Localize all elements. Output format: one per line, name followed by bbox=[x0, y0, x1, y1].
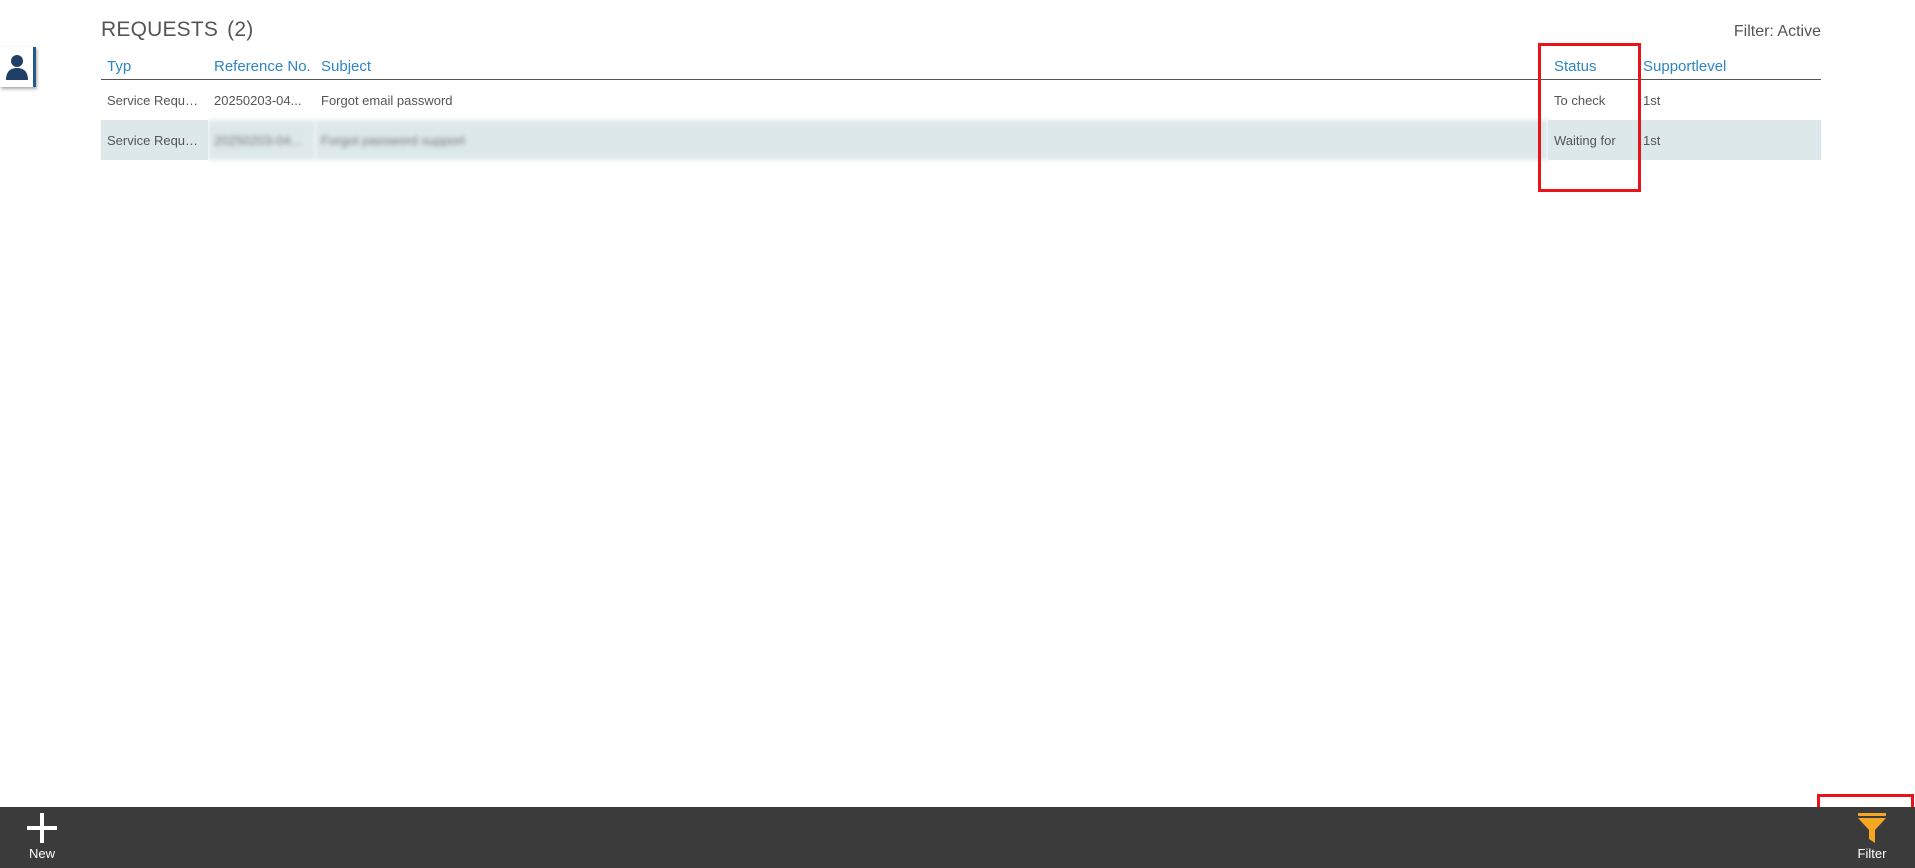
cell-subject: Forgot password support bbox=[315, 120, 1548, 160]
cell-supportlevel: 1st bbox=[1637, 120, 1821, 160]
cell-typ: Service Reque... bbox=[101, 120, 208, 160]
filter-button[interactable]: Filter bbox=[1850, 807, 1894, 868]
plus-icon bbox=[27, 813, 57, 843]
table-row[interactable]: Service Reque... 20250203-04... Forgot e… bbox=[101, 80, 1821, 120]
new-button[interactable]: New bbox=[20, 807, 64, 868]
cell-reference: 20250203-04... bbox=[214, 92, 302, 108]
table-row[interactable]: Service Reque... 20250203-04... Forgot p… bbox=[101, 120, 1821, 160]
table-header-row: Typ Reference No. Subject Status Support… bbox=[101, 54, 1821, 80]
cell-subject: Forgot email password bbox=[321, 92, 453, 108]
cell-status: Waiting for bbox=[1548, 120, 1637, 160]
page-header: REQUESTS (2) Filter: Active bbox=[101, 18, 1821, 48]
new-button-label: New bbox=[28, 846, 55, 861]
page-title: REQUESTS (2) bbox=[101, 18, 253, 42]
column-header-status[interactable]: Status bbox=[1548, 54, 1637, 80]
filter-status: Filter: Active bbox=[1733, 23, 1821, 40]
requests-panel: REQUESTS (2) Filter: Active Typ Reference… bbox=[101, 18, 1821, 160]
cell-supportlevel: 1st bbox=[1643, 92, 1661, 108]
cell-status: To check bbox=[1554, 92, 1606, 108]
column-header-typ[interactable]: Typ bbox=[101, 54, 208, 80]
cell-typ: Service Reque... bbox=[107, 92, 204, 108]
column-header-reference-no[interactable]: Reference No. bbox=[208, 54, 315, 80]
user-icon bbox=[5, 55, 28, 80]
requests-table: Typ Reference No. Subject Status Support… bbox=[101, 54, 1821, 160]
user-panel-tab[interactable] bbox=[0, 47, 36, 87]
page-title-text: REQUESTS bbox=[101, 18, 219, 41]
funnel-icon bbox=[1858, 813, 1886, 843]
column-header-supportlevel[interactable]: Supportlevel bbox=[1637, 54, 1821, 80]
request-count: (2) bbox=[227, 18, 254, 41]
column-header-subject[interactable]: Subject bbox=[315, 54, 1548, 80]
bottom-toolbar: New Filter bbox=[0, 807, 1915, 868]
filter-button-label: Filter bbox=[1857, 846, 1887, 861]
cell-reference: 20250203-04... bbox=[208, 120, 315, 160]
